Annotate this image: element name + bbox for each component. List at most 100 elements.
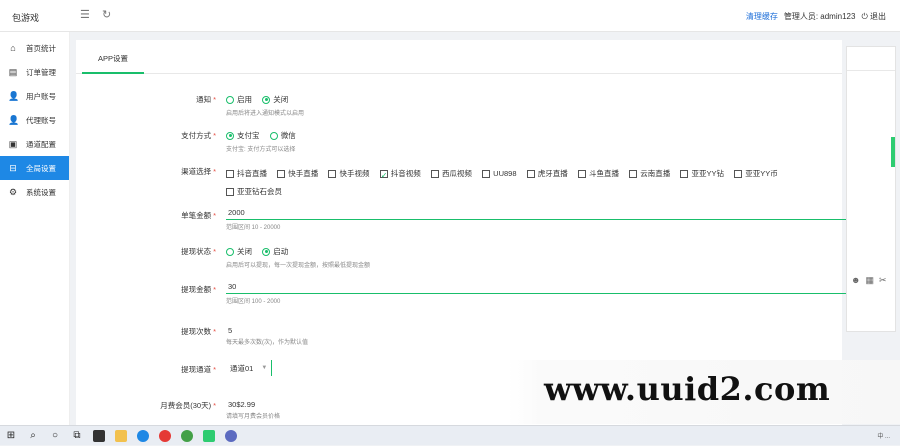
checkbox-box bbox=[277, 170, 286, 178]
channel-checkbox[interactable]: 快手直播 bbox=[277, 166, 318, 182]
agent-icon: 👤 bbox=[8, 114, 20, 125]
field-label: 提现通道 * bbox=[181, 365, 216, 374]
radio-option[interactable]: 关闭 bbox=[262, 94, 288, 105]
field-label: 提现金额 * bbox=[181, 285, 216, 294]
channel-checkbox[interactable]: 抖音视频 bbox=[379, 166, 421, 184]
home-icon: ⌂ bbox=[10, 43, 16, 53]
radio-circle bbox=[269, 131, 278, 140]
sidebar-item-global-settings[interactable]: ⊟ 全局设置 bbox=[0, 156, 69, 180]
field-hint: 每天最多次数(次)，作为默认值 bbox=[226, 340, 308, 346]
clipboard-icon: ▤ bbox=[8, 66, 18, 77]
wechat-icon[interactable] bbox=[198, 426, 220, 446]
checkbox-box bbox=[734, 170, 743, 178]
radio-option[interactable]: 微信 bbox=[269, 130, 296, 141]
logout-button[interactable]: ⏻ 退出 bbox=[861, 11, 886, 22]
chevron-down-icon: ▼ bbox=[261, 365, 268, 371]
app-logo: 包游戏 bbox=[12, 13, 40, 23]
settings-icon: ⊟ bbox=[9, 162, 17, 173]
channel-checkbox[interactable]: 云南直播 bbox=[629, 166, 670, 182]
sidebar-item-label: 全局设置 bbox=[26, 163, 56, 173]
sidebar: ⌂ 首页统计 ▤ 订单管理 👤 用户账号 👤 代理账号 ▣ 通道配置 ⊟ 全局设… bbox=[0, 32, 70, 425]
sidebar-item-channels[interactable]: ▣ 通道配置 bbox=[0, 132, 69, 156]
radio-circle bbox=[262, 95, 271, 104]
withdraw-amount-input[interactable]: 30 bbox=[226, 280, 872, 294]
channel-checkbox[interactable]: 亚亚钻石会员 bbox=[226, 184, 282, 200]
checkbox-box bbox=[680, 170, 689, 178]
channel-checkbox[interactable]: 亚亚YY币 bbox=[734, 166, 778, 182]
channel-checkbox[interactable]: 虎牙直播 bbox=[526, 166, 568, 182]
cortana-icon[interactable]: ○ bbox=[44, 426, 66, 446]
clear-cache-link[interactable]: 清理缓存 bbox=[746, 11, 778, 22]
radio-option[interactable]: 支付宝 bbox=[226, 130, 260, 141]
scissors-icon[interactable]: ✂ bbox=[879, 275, 887, 286]
single-amount-input[interactable]: 2000 bbox=[226, 206, 872, 220]
channel-checkbox[interactable]: 西瓜视频 bbox=[430, 166, 472, 182]
field-hint: 范围区间 10 - 20000 bbox=[226, 225, 281, 231]
chrome-icon[interactable] bbox=[154, 426, 176, 446]
field-label: 支付方式 * bbox=[181, 131, 216, 140]
field-label: 通知 * bbox=[196, 95, 216, 104]
channel-select[interactable]: 通道01 ▼ bbox=[226, 360, 273, 376]
field-hint: 请填写月费会员价格 bbox=[226, 414, 281, 420]
windows-icon[interactable]: ⊞ bbox=[0, 426, 22, 446]
radio-option[interactable]: 启用 bbox=[226, 94, 252, 105]
refresh-icon[interactable]: ↻ bbox=[102, 8, 111, 21]
sidebar-item-users[interactable]: 👤 用户账号 bbox=[0, 84, 69, 108]
field-label: 单笔金额 * bbox=[181, 211, 216, 220]
gear-icon: ⚙ bbox=[8, 186, 18, 197]
edge-icon[interactable] bbox=[132, 426, 154, 446]
taskbar: ⊞ ⌕ ○ ⧉ 中 ... bbox=[0, 425, 900, 445]
field-hint: 启用后可以提现，每一次提现金额，按照最低提现金额 bbox=[226, 262, 371, 269]
tab-app-settings[interactable]: APP设置 bbox=[82, 40, 145, 74]
channel-checkbox[interactable]: 抖音直播 bbox=[226, 166, 267, 182]
globe-icon[interactable] bbox=[220, 426, 242, 446]
folder-icon[interactable] bbox=[110, 426, 132, 446]
radio-circle bbox=[226, 95, 234, 104]
emoji-icon[interactable]: ☻ bbox=[851, 275, 860, 286]
checkbox-box bbox=[578, 170, 586, 178]
channel-checkbox[interactable]: 快手视频 bbox=[328, 166, 369, 182]
field-hint: 启用后将进入通知模式以启用 bbox=[226, 110, 305, 117]
scroll-indicator[interactable] bbox=[891, 137, 895, 167]
monthly-member-input[interactable]: 30$2.99 bbox=[226, 400, 280, 409]
withdraw-count-input[interactable]: 5 bbox=[226, 326, 308, 335]
user-icon: 👤 bbox=[8, 90, 20, 101]
sidebar-item-label: 系统设置 bbox=[26, 187, 56, 197]
sidebar-item-agents[interactable]: 👤 代理账号 bbox=[0, 108, 69, 132]
checkbox-box bbox=[226, 188, 234, 196]
checkbox-box bbox=[526, 170, 535, 178]
sidebar-item-system[interactable]: ⚙ 系统设置 bbox=[0, 180, 69, 204]
sidebar-item-label: 首页统计 bbox=[26, 43, 56, 53]
checkbox-box bbox=[226, 170, 234, 178]
task-view-icon[interactable]: ⧉ bbox=[66, 426, 88, 446]
tab-bar: APP设置 bbox=[76, 40, 842, 74]
radio-option[interactable]: 启动 bbox=[262, 246, 288, 257]
sidebar-item-label: 通道配置 bbox=[26, 139, 56, 149]
field-label: 提现次数 * bbox=[181, 327, 216, 336]
sidebar-item-home[interactable]: ⌂ 首页统计 bbox=[0, 36, 69, 60]
checkbox-box bbox=[629, 170, 638, 178]
system-tray[interactable]: 中 ... bbox=[877, 431, 890, 440]
search-icon[interactable]: ⌕ bbox=[22, 426, 44, 446]
checkbox-box bbox=[379, 168, 388, 184]
channel-checkbox[interactable]: 斗鱼直播 bbox=[578, 166, 619, 182]
select-value: 通道01 bbox=[230, 363, 254, 373]
field-label: 提现状态 * bbox=[181, 247, 216, 256]
channel-checkbox[interactable]: 亚亚YY钻 bbox=[680, 166, 724, 182]
channel-checkbox[interactable]: UU898 bbox=[482, 166, 517, 182]
top-bar: 包游戏 ☰ ↻ 清理缓存 管理人员: admin123 ⏻ 退出 bbox=[0, 0, 900, 32]
watermark: www.uuid2.com bbox=[508, 360, 900, 424]
field-label: 渠道选择 * bbox=[181, 167, 216, 176]
logout-label: 退出 bbox=[870, 12, 886, 21]
checkbox-box bbox=[482, 170, 491, 178]
checkbox-box bbox=[430, 170, 439, 178]
browser-icon[interactable] bbox=[176, 426, 198, 446]
radio-option[interactable]: 关闭 bbox=[226, 246, 252, 257]
sidebar-item-orders[interactable]: ▤ 订单管理 bbox=[0, 60, 69, 84]
menu-toggle-icon[interactable]: ☰ bbox=[80, 8, 90, 21]
radio-circle bbox=[262, 247, 271, 256]
gif-icon[interactable]: ▦ bbox=[865, 275, 874, 286]
app-icon[interactable] bbox=[88, 426, 110, 446]
field-label: 月费会员(30天) * bbox=[160, 401, 216, 410]
sidebar-item-label: 订单管理 bbox=[26, 67, 56, 77]
